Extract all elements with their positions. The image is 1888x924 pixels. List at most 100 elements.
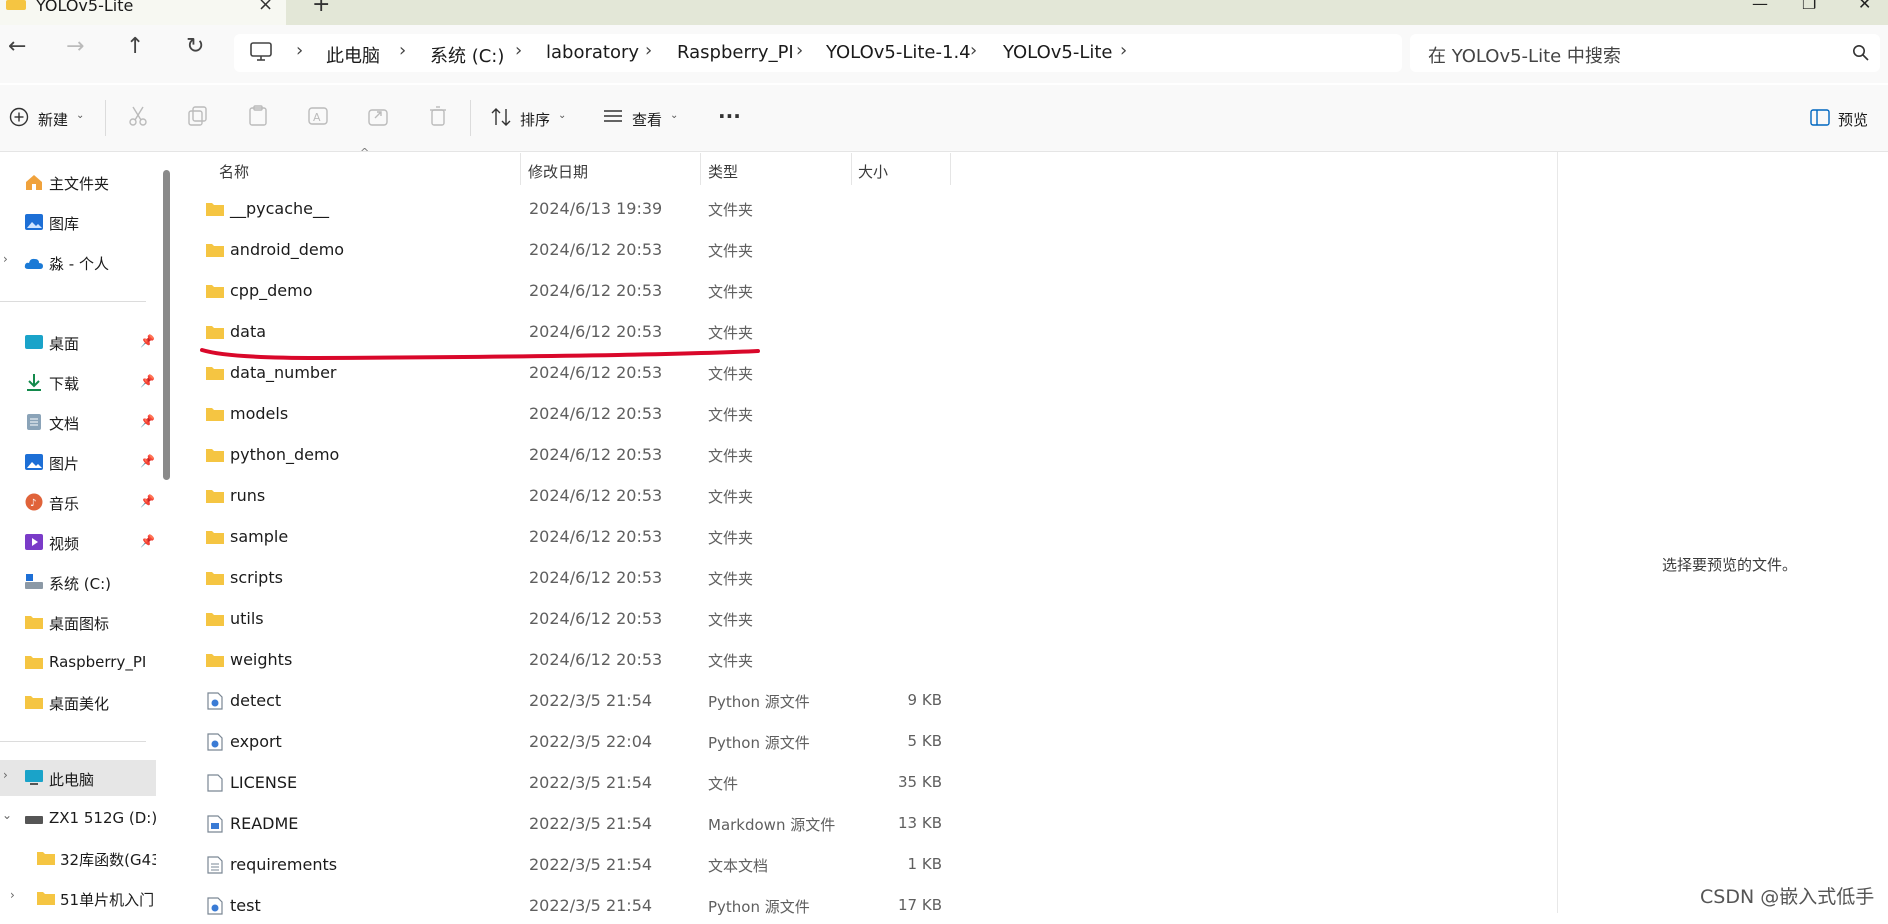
column-header-name[interactable]: 名称 [219, 161, 249, 182]
sidebar-item-desktop[interactable]: 桌面 📌 [0, 324, 156, 360]
tab-title: YOLOv5-Lite [36, 0, 134, 15]
folder-icon [206, 326, 224, 339]
sidebar-item-label: 系统 (C:) [49, 575, 111, 593]
breadcrumb-raspberry-pi[interactable]: Raspberry_PI [677, 42, 794, 63]
sidebar-item-music[interactable]: ♪ 音乐 📌 [0, 484, 156, 520]
table-row[interactable] [176, 642, 1546, 678]
file-type: 文本文档 [708, 857, 769, 875]
sidebar-item-drive-d[interactable]: ⌄ ZX1 512G (D:) [0, 800, 157, 836]
sidebar-item-onedrive[interactable]: › 淼 - 个人 [0, 244, 156, 280]
divider [0, 741, 146, 742]
view-label: 查看 [632, 111, 663, 129]
table-row[interactable] [176, 232, 1546, 268]
delete-icon[interactable] [426, 104, 450, 128]
sidebar-item-label: 51单片机入门 [60, 891, 155, 909]
preview-pane-icon [1810, 109, 1830, 126]
folder-icon [206, 490, 224, 503]
sidebar-item-system-c[interactable]: 系统 (C:) [0, 564, 156, 600]
chevron-right-icon[interactable]: › [3, 252, 8, 266]
file-type: Python 源文件 [708, 898, 810, 916]
new-button[interactable]: 新建 ⌄ [6, 104, 88, 132]
column-header-type[interactable]: 类型 [708, 161, 738, 182]
paste-icon[interactable] [246, 104, 270, 128]
more-options-button[interactable]: ··· [718, 104, 741, 128]
sidebar-item-home[interactable]: 主文件夹 [0, 164, 156, 200]
table-row[interactable] [176, 601, 1546, 637]
file-type: Markdown 源文件 [708, 816, 836, 834]
chevron-right-icon[interactable]: › [3, 768, 8, 782]
command-bar [0, 85, 1888, 152]
breadcrumb-separator: › [970, 40, 978, 61]
forward-button[interactable]: → [66, 34, 84, 59]
minimize-button[interactable]: — [1752, 0, 1768, 13]
sidebar-item-documents[interactable]: 文档 📌 [0, 404, 156, 440]
file-date: 2022/3/5 22:04 [529, 732, 653, 751]
sidebar-item-pictures[interactable]: 图片 📌 [0, 444, 156, 480]
pin-icon[interactable]: 📌 [140, 414, 155, 428]
column-separator[interactable] [520, 153, 521, 185]
sidebar-item-label: 桌面美化 [49, 695, 110, 713]
file-icon [207, 774, 223, 792]
share-icon[interactable] [366, 104, 390, 128]
folder-icon [206, 285, 224, 298]
column-separator[interactable] [700, 153, 701, 185]
sidebar-item-subfolder[interactable]: 32库函数(G43 [0, 840, 156, 876]
sidebar-item-desktop-theme[interactable]: 桌面美化 [0, 684, 156, 720]
breadcrumb-system-c[interactable]: 系统 (C:) [430, 42, 504, 68]
search-icon[interactable] [1852, 44, 1870, 62]
sidebar-scrollbar[interactable] [163, 170, 170, 480]
sidebar-item-subfolder[interactable]: › 51单片机入门 [0, 880, 156, 916]
sort-button[interactable]: 排序 ⌄ [488, 104, 572, 132]
table-row[interactable] [176, 437, 1546, 473]
file-size: 5 KB [907, 732, 942, 750]
search-input[interactable]: 在 YOLOv5-Lite 中搜索 [1428, 42, 1621, 68]
sidebar-item-label: 视频 [49, 535, 80, 553]
chevron-right-icon[interactable]: › [10, 888, 15, 902]
address-bar[interactable] [234, 34, 1402, 72]
sidebar-item-desktop-icons[interactable]: 桌面图标 [0, 604, 156, 640]
table-row[interactable] [176, 396, 1546, 432]
pin-icon[interactable]: 📌 [140, 454, 155, 468]
new-tab-button[interactable]: + [312, 0, 330, 17]
column-separator[interactable] [950, 153, 951, 185]
breadcrumb-separator: › [796, 40, 804, 61]
copy-icon[interactable] [186, 104, 210, 128]
back-button[interactable]: ← [8, 34, 26, 59]
table-row[interactable] [176, 191, 1546, 227]
up-button[interactable]: ↑ [126, 34, 144, 59]
preview-pane-button[interactable]: 预览 [1808, 104, 1882, 132]
sidebar-item-label: 文档 [49, 415, 80, 433]
column-separator[interactable] [851, 153, 852, 185]
sidebar-item-this-pc[interactable]: › 此电脑 [0, 760, 156, 796]
close-tab-button[interactable]: × [258, 0, 273, 15]
sidebar-item-gallery[interactable]: 图库 [0, 204, 156, 240]
pin-icon[interactable]: 📌 [140, 534, 155, 548]
pin-icon[interactable]: 📌 [140, 374, 155, 388]
breadcrumb-this-pc[interactable]: 此电脑 [326, 42, 380, 68]
refresh-button[interactable]: ↻ [186, 34, 204, 59]
file-name: utils [230, 609, 264, 628]
table-row[interactable] [176, 273, 1546, 309]
tab-active[interactable]: YOLOv5-Lite × [0, 0, 286, 25]
window-close-button[interactable]: ✕ [1858, 0, 1871, 13]
breadcrumb-laboratory[interactable]: laboratory [546, 42, 639, 63]
pin-icon[interactable]: 📌 [140, 494, 155, 508]
restore-button[interactable]: ❐ [1802, 0, 1816, 13]
column-header-date[interactable]: 修改日期 [528, 161, 588, 182]
chevron-down-icon[interactable]: ⌄ [2, 808, 12, 822]
view-button[interactable]: 查看 ⌄ [600, 104, 684, 132]
table-row[interactable] [176, 560, 1546, 596]
column-header-size[interactable]: 大小 [858, 161, 888, 182]
sidebar-item-raspberry-pi[interactable]: Raspberry_PI [0, 644, 156, 680]
pin-icon[interactable]: 📌 [140, 334, 155, 348]
table-row[interactable] [176, 478, 1546, 514]
cut-icon[interactable] [126, 104, 150, 128]
file-name: runs [230, 486, 266, 505]
breadcrumb-yolov5-lite-1-4[interactable]: YOLOv5-Lite-1.4 [826, 42, 971, 63]
breadcrumb-yolov5-lite[interactable]: YOLOv5-Lite [1003, 42, 1113, 63]
sidebar-item-downloads[interactable]: 下载 📌 [0, 364, 156, 400]
table-row[interactable] [176, 519, 1546, 555]
sidebar-item-videos[interactable]: 视频 📌 [0, 524, 156, 560]
rename-icon[interactable]: A [306, 104, 330, 128]
folder-icon [206, 408, 224, 421]
